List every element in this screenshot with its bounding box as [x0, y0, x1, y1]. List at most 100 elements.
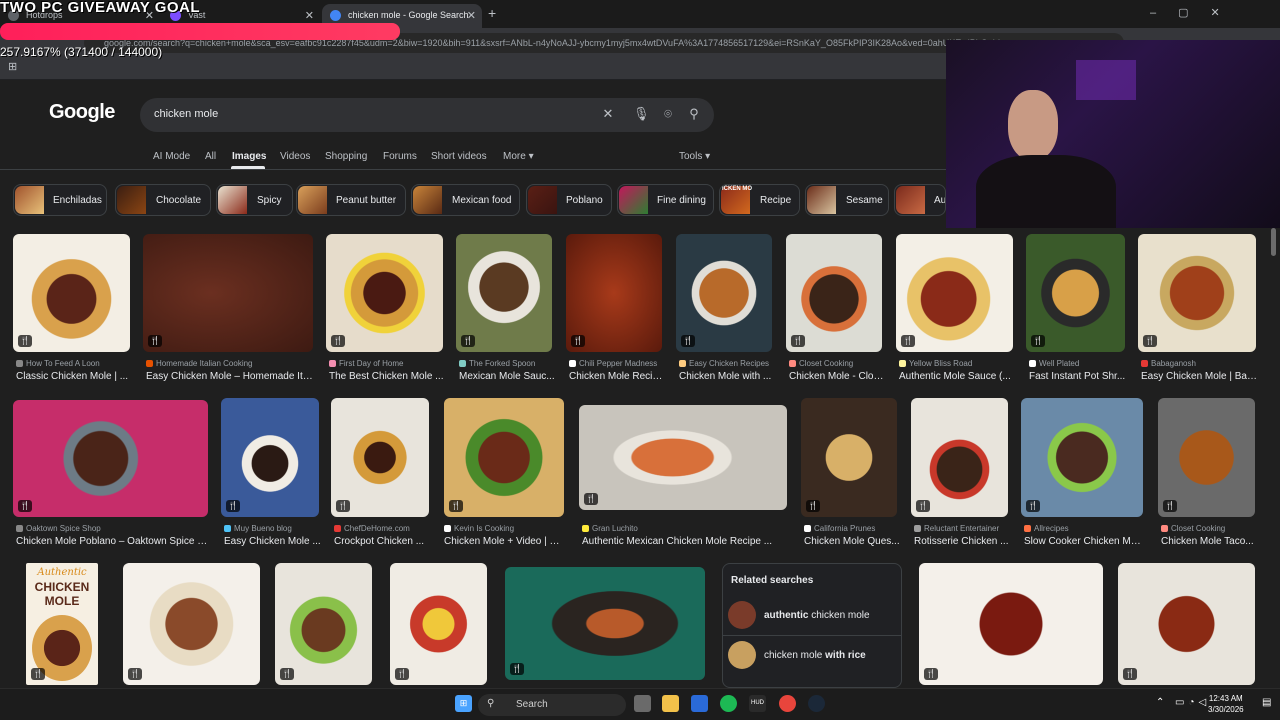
tab-videos[interactable]: Videos — [280, 151, 310, 162]
spotify-icon[interactable] — [720, 695, 737, 712]
image-result[interactable]: 🍴 — [275, 563, 372, 685]
result-title[interactable]: Chicken Mole Taco... — [1161, 536, 1258, 547]
image-result[interactable]: 🍴 — [1138, 234, 1256, 352]
image-result[interactable]: 🍴 — [444, 398, 564, 517]
result-source[interactable]: Reluctant Entertainer — [914, 524, 1011, 533]
chip-poblano[interactable]: Poblano — [526, 184, 612, 216]
tab-images[interactable]: Images — [232, 151, 266, 162]
result-source[interactable]: The Forked Spoon — [459, 359, 555, 368]
new-tab-button[interactable]: + — [488, 5, 496, 21]
chip-peanut-butter[interactable]: Peanut butter — [296, 184, 406, 216]
image-result[interactable]: 🍴 — [1118, 563, 1255, 685]
tab-short-videos[interactable]: Short videos — [431, 151, 487, 162]
result-source[interactable]: Gran Luchito — [582, 524, 790, 533]
result-source[interactable]: Easy Chicken Recipes — [679, 359, 775, 368]
result-title[interactable]: Chicken Mole with ... — [679, 371, 775, 382]
result-source[interactable]: Closet Cooking — [789, 359, 885, 368]
result-title[interactable]: Easy Chicken Mole – Homemade Ital... — [146, 371, 313, 382]
image-result[interactable]: 🍴 — [1158, 398, 1255, 517]
result-title[interactable]: Chicken Mole Recip... — [569, 371, 665, 382]
result-source[interactable]: Oaktown Spice Shop — [16, 524, 211, 533]
image-result[interactable]: 🍴 — [579, 405, 787, 510]
result-title[interactable]: Easy Chicken Mole | Bab... — [1141, 371, 1259, 382]
taskbar-search[interactable]: Search — [478, 694, 626, 716]
image-result[interactable]: 🍴 — [1021, 398, 1143, 517]
chip-recipe[interactable]: ICKEN MO Recipe — [719, 184, 800, 216]
image-result[interactable]: 🍴 — [896, 234, 1013, 352]
related-search-item[interactable]: chicken mole with rice — [764, 650, 866, 661]
result-title[interactable]: Authentic Mole Sauce (... — [899, 371, 1016, 382]
result-title[interactable]: Easy Chicken Mole ... — [224, 536, 322, 547]
tab-more[interactable]: More ▾ — [503, 151, 534, 162]
window-controls[interactable]: –▢✕ — [1150, 6, 1242, 19]
image-result[interactable]: 🍴 — [390, 563, 487, 685]
chip-fine-dining[interactable]: Fine dining — [617, 184, 714, 216]
image-result[interactable]: 🍴 — [801, 398, 897, 517]
steam-icon[interactable] — [808, 695, 825, 712]
system-tray-chevron-icon[interactable]: ⌃ — [1156, 697, 1164, 708]
result-source[interactable]: First Day of Home — [329, 359, 446, 368]
result-title[interactable]: Chicken Mole - Clos... — [789, 371, 885, 382]
result-title[interactable]: Chicken Mole Ques... — [804, 536, 900, 547]
image-result[interactable]: 🍴 — [676, 234, 772, 352]
tab-forums[interactable]: Forums — [383, 151, 417, 162]
search-box[interactable] — [140, 98, 714, 132]
result-title[interactable]: Fast Instant Pot Shr... — [1029, 371, 1128, 382]
result-title[interactable]: Mexican Mole Sauc... — [459, 371, 555, 382]
image-result[interactable]: 🍴 — [919, 563, 1103, 685]
search-input[interactable]: chicken mole — [154, 108, 218, 120]
task-view-icon[interactable] — [634, 695, 651, 712]
result-title[interactable]: Chicken Mole Poblano – Oaktown Spice S..… — [16, 536, 211, 547]
search-icon[interactable]: ⚲ — [686, 106, 702, 122]
clear-icon[interactable]: ✕ — [600, 106, 616, 122]
tab-shopping[interactable]: Shopping — [325, 151, 367, 162]
clock[interactable]: 12:43 AM 3/30/2026 — [1208, 693, 1244, 715]
file-explorer-icon[interactable] — [662, 695, 679, 712]
image-result[interactable]: 🍴 — [786, 234, 882, 352]
image-result[interactable]: 🍴 — [331, 398, 429, 517]
notification-icon[interactable]: ▤ — [1262, 697, 1271, 708]
image-result[interactable]: 🍴 — [221, 398, 319, 517]
chip-spicy[interactable]: Spicy — [216, 184, 293, 216]
result-title[interactable]: Classic Chicken Mole | ... — [16, 371, 133, 382]
result-source[interactable]: Allrecipes — [1024, 524, 1146, 533]
image-result[interactable]: 🍴 — [911, 398, 1008, 517]
scrollbar[interactable] — [1271, 228, 1276, 256]
google-logo[interactable]: Google — [49, 101, 115, 124]
result-title[interactable]: Rotisserie Chicken ... — [914, 536, 1011, 547]
tab-ai-mode[interactable]: AI Mode — [153, 151, 190, 162]
result-source[interactable]: Closet Cooking — [1161, 524, 1258, 533]
result-title[interactable]: The Best Chicken Mole ... — [329, 371, 446, 382]
result-source[interactable]: Yellow Bliss Road — [899, 359, 1016, 368]
apps-grid-icon[interactable]: ⊞ — [8, 60, 17, 73]
image-result[interactable]: 🍴 — [1026, 234, 1125, 352]
chip-sesame[interactable]: Sesame — [805, 184, 889, 216]
image-result-book-cover[interactable]: Authentic CHICKEN MOLE 🍴 — [26, 563, 98, 685]
image-result[interactable]: 🍴 — [143, 234, 313, 352]
chip-au[interactable]: Au — [894, 184, 946, 216]
result-source[interactable]: ChefDeHome.com — [334, 524, 432, 533]
result-source[interactable]: Kevin Is Cooking — [444, 524, 564, 533]
close-icon[interactable]: ✕ — [305, 9, 314, 22]
image-result[interactable]: 🍴 — [566, 234, 662, 352]
lens-icon[interactable]: ⌾ — [660, 106, 676, 122]
result-source[interactable]: Well Plated — [1029, 359, 1128, 368]
result-title[interactable]: Authentic Mexican Chicken Mole Recipe ..… — [582, 536, 790, 547]
image-result[interactable]: 🍴 — [326, 234, 443, 352]
image-result[interactable]: 🍴 — [505, 567, 705, 680]
image-result[interactable]: 🍴 — [123, 563, 260, 685]
tools-button[interactable]: Tools ▾ — [679, 151, 710, 162]
result-title[interactable]: Crockpot Chicken ... — [334, 536, 432, 547]
image-result[interactable]: 🍴 — [456, 234, 552, 352]
result-source[interactable]: How To Feed A Loon — [16, 359, 133, 368]
system-tray-icons[interactable]: ▭◔◁ — [1175, 697, 1210, 708]
chip-enchiladas[interactable]: Enchiladas — [13, 184, 107, 216]
chip-chocolate[interactable]: Chocolate — [115, 184, 211, 216]
result-source[interactable]: Babaganosh — [1141, 359, 1259, 368]
result-source[interactable]: Homemade Italian Cooking — [146, 359, 313, 368]
result-title[interactable]: Chicken Mole + Video | Ke... — [444, 536, 564, 547]
result-source[interactable]: California Prunes — [804, 524, 900, 533]
close-icon[interactable]: ✕ — [467, 9, 476, 22]
result-source[interactable]: Chili Pepper Madness — [569, 359, 665, 368]
image-result[interactable]: 🍴 — [13, 234, 130, 352]
